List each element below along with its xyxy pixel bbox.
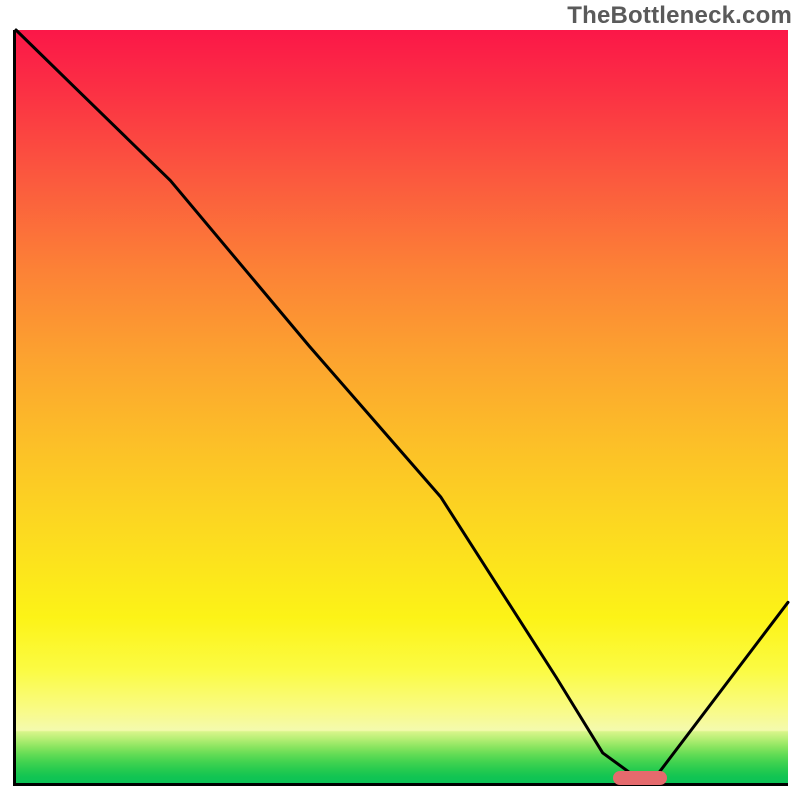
optimum-marker bbox=[613, 771, 667, 785]
watermark-text: TheBottleneck.com bbox=[567, 2, 792, 30]
plot-area bbox=[13, 30, 788, 786]
bottleneck-curve bbox=[16, 30, 788, 783]
chart-container: TheBottleneck.com bbox=[0, 0, 800, 800]
